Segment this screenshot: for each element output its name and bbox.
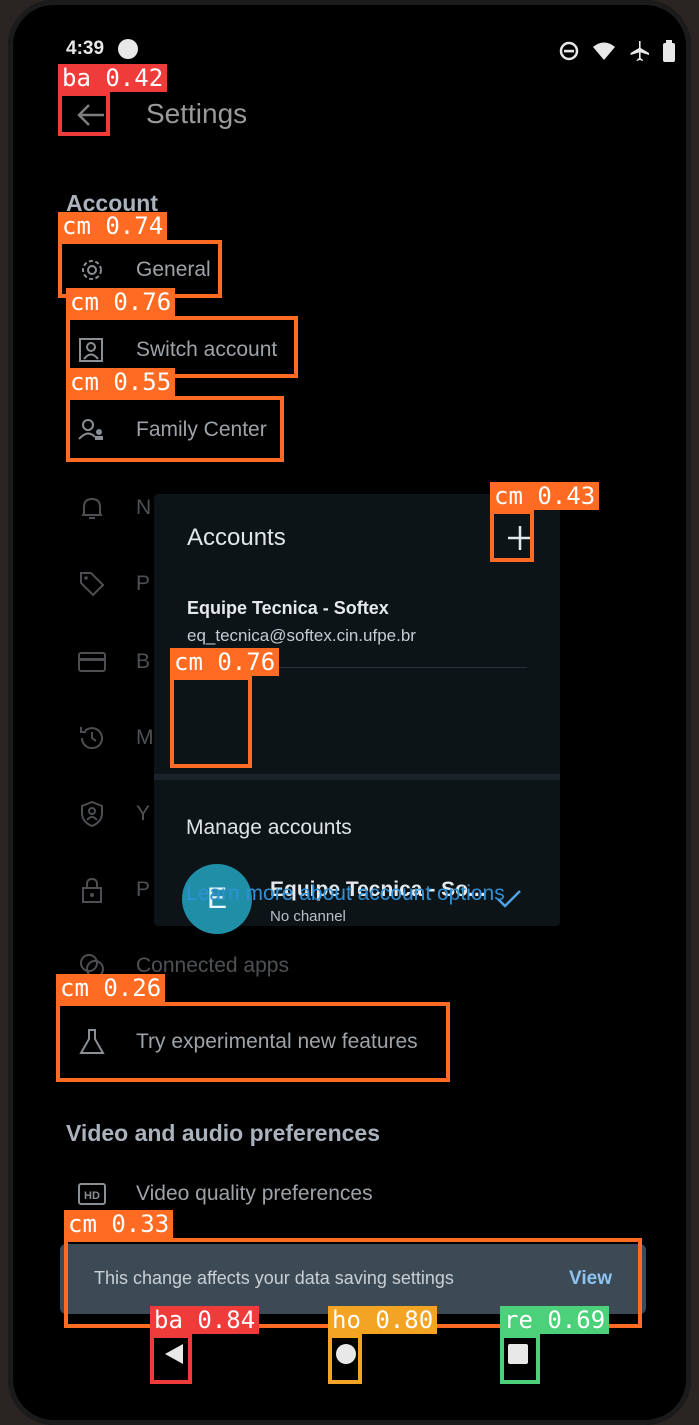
settings-item-label: P xyxy=(136,572,151,595)
history-icon xyxy=(72,718,112,758)
detection-label: cm 0.43 xyxy=(490,482,600,510)
settings-item-label: Video quality preferences xyxy=(136,1182,373,1205)
dialog-title: Accounts xyxy=(187,524,286,551)
detection-box xyxy=(56,1002,450,1082)
detection-label: cm 0.76 xyxy=(170,648,280,676)
channel-status: No channel xyxy=(270,908,346,925)
lock-icon xyxy=(72,870,112,910)
detection-label: cm 0.55 xyxy=(66,368,176,396)
status-time: 4:39 xyxy=(66,38,105,59)
manage-accounts-link[interactable]: Manage accounts xyxy=(186,816,352,840)
detection-box xyxy=(500,1334,540,1384)
detection-label: cm 0.74 xyxy=(58,212,168,240)
account-email: eq_tecnica@softex.cin.ufpe.br xyxy=(187,626,416,645)
hd-icon: HD xyxy=(72,1174,112,1214)
play-notification-icon xyxy=(118,39,138,59)
settings-item-purchases[interactable]: P xyxy=(72,556,150,612)
settings-item-label: B xyxy=(136,650,151,673)
status-bar: 4:39 xyxy=(66,38,676,64)
settings-item-privacy[interactable]: P xyxy=(72,862,150,918)
settings-item-label: P xyxy=(136,878,151,901)
airplane-mode-icon xyxy=(630,41,649,61)
detection-box xyxy=(66,396,284,462)
detection-label: cm 0.76 xyxy=(66,288,176,316)
detection-label: ba 0.42 xyxy=(58,64,168,92)
settings-item-label: Y xyxy=(136,802,151,825)
settings-item-label: N xyxy=(136,496,152,519)
do-not-disturb-icon xyxy=(559,41,579,61)
battery-icon xyxy=(663,40,675,62)
detection-box xyxy=(490,510,534,562)
learn-more-link[interactable]: Learn more about account options xyxy=(186,882,505,906)
detection-label: cm 0.26 xyxy=(56,974,166,1002)
credit-card-icon xyxy=(72,642,112,682)
phone-screen: 4:39 Settings Account General Switch acc… xyxy=(8,0,691,1425)
detection-label: ba 0.84 xyxy=(150,1306,260,1334)
detection-label: ho 0.80 xyxy=(328,1306,438,1334)
divider xyxy=(154,774,560,780)
detection-box xyxy=(170,676,252,768)
svg-text:HD: HD xyxy=(84,1190,100,1202)
detection-box xyxy=(58,92,110,136)
tag-icon xyxy=(72,564,112,604)
account-name: Equipe Tecnica - Softex xyxy=(187,598,389,618)
settings-item-billing[interactable]: B xyxy=(72,634,150,690)
bell-icon xyxy=(72,488,112,528)
detection-label: cm 0.33 xyxy=(64,1210,174,1238)
detection-label: re 0.69 xyxy=(500,1306,610,1334)
settings-item-notifications[interactable]: N xyxy=(72,480,151,536)
shield-person-icon xyxy=(72,794,112,834)
section-video-audio-heading: Video and audio preferences xyxy=(66,1120,381,1146)
detection-box xyxy=(150,1334,192,1384)
page-title: Settings xyxy=(146,98,248,129)
wifi-icon xyxy=(593,42,615,60)
settings-item-label: M xyxy=(136,726,154,749)
settings-item-history[interactable]: M xyxy=(72,710,154,766)
settings-item-your-data[interactable]: Y xyxy=(72,786,150,842)
detection-box xyxy=(328,1334,362,1384)
